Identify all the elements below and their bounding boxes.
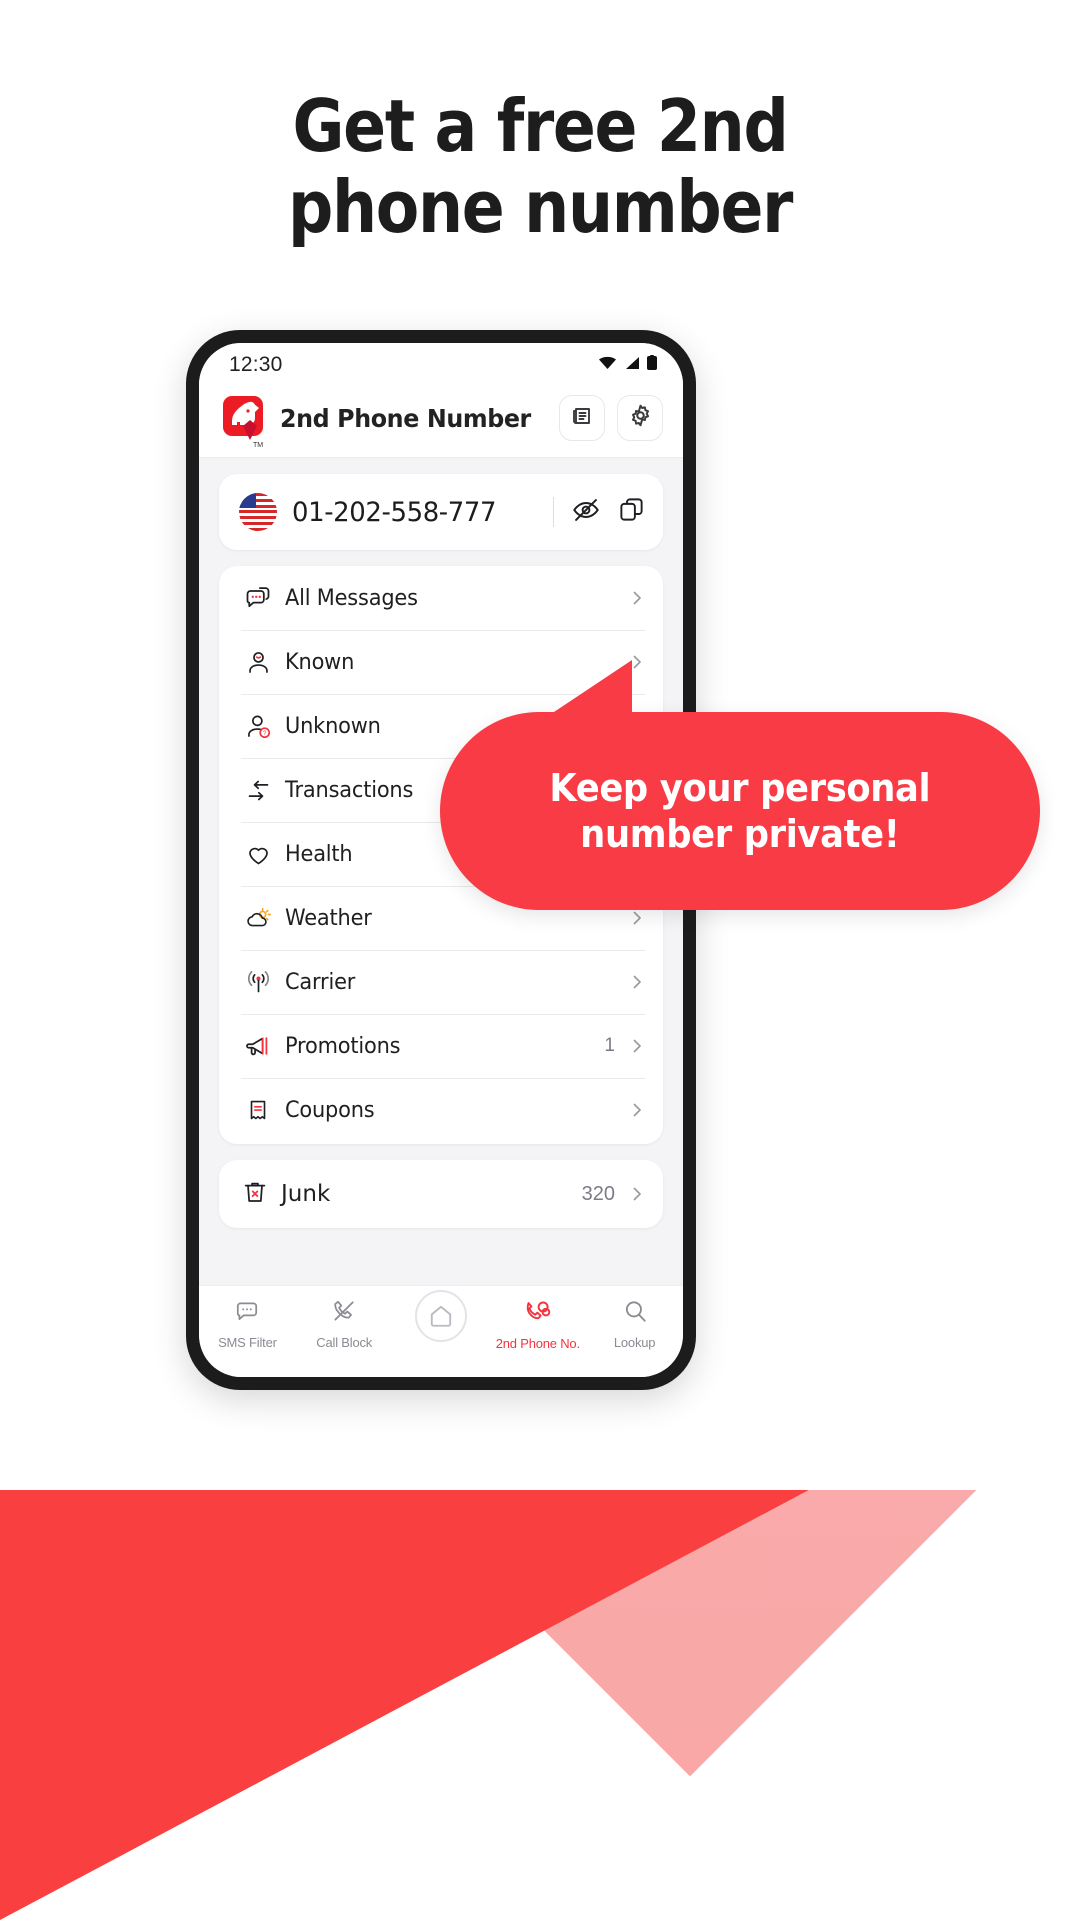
weather-icon — [241, 904, 275, 932]
tab-label: SMS Filter — [218, 1335, 277, 1350]
number-actions — [572, 496, 645, 529]
list-item-promotions[interactable]: Promotions 1 — [219, 1014, 663, 1078]
status-icons — [598, 355, 657, 375]
second-phone-icon — [524, 1298, 551, 1330]
callout-tail — [500, 660, 632, 720]
tab-lookup[interactable]: Lookup — [586, 1298, 683, 1350]
callout-text: Keep your personal number private! — [550, 765, 931, 858]
settings-button[interactable] — [617, 395, 663, 441]
phone-number-row: 01-202-558-777 — [219, 474, 663, 550]
tab-second-phone-no[interactable]: 2nd Phone No. — [489, 1298, 586, 1351]
person-smile-icon — [241, 649, 275, 676]
screenshot-root: Get a free 2nd phone number 12:30 TM 2nd… — [0, 0, 1080, 1920]
list-item-carrier[interactable]: Carrier — [219, 950, 663, 1014]
hound-check-logo — [223, 396, 263, 440]
divider — [553, 497, 554, 527]
signal-icon — [624, 356, 640, 375]
lookup-icon — [622, 1298, 648, 1329]
chevron-right-icon — [629, 910, 645, 926]
call-block-icon — [331, 1298, 357, 1329]
list-item-label: All Messages — [285, 585, 418, 611]
callout-line-1: Keep your personal — [549, 765, 931, 810]
page-title: Get a free 2nd phone number — [65, 86, 1015, 247]
trash-x-icon — [241, 1178, 269, 1211]
status-bar: 12:30 — [199, 343, 683, 387]
callout-bubble: Keep your personal number private! — [440, 660, 1040, 910]
eye-off-icon[interactable] — [572, 496, 600, 529]
list-item-all-messages[interactable]: All Messages — [219, 566, 663, 630]
phone-number-value: 01-202-558-777 — [292, 496, 497, 528]
chevron-right-icon — [629, 590, 645, 606]
junk-count: 320 — [581, 1182, 615, 1205]
person-question-icon: ? — [241, 713, 275, 740]
junk-label: Junk — [281, 1181, 331, 1207]
headline-line-1: Get a free 2nd — [292, 84, 788, 168]
chat-bubbles-icon — [241, 584, 275, 612]
list-item-label: Transactions — [285, 777, 414, 803]
gear-icon — [628, 403, 653, 433]
promotions-badge: 1 — [604, 1035, 615, 1056]
app-logo: TM — [223, 396, 267, 449]
copy-icon[interactable] — [618, 496, 645, 528]
heart-icon — [241, 841, 275, 868]
megaphone-icon — [241, 1032, 275, 1060]
news-button[interactable] — [559, 395, 605, 441]
list-item-label: Unknown — [285, 713, 381, 739]
app-header: TM 2nd Phone Number — [199, 387, 683, 458]
junk-card[interactable]: Junk 320 — [219, 1160, 663, 1228]
list-item-label: Carrier — [285, 969, 356, 995]
trademark-mark: TM — [253, 442, 264, 449]
tab-home[interactable] — [393, 1290, 490, 1348]
tab-label: 2nd Phone No. — [495, 1336, 580, 1351]
transfer-arrows-icon — [241, 777, 275, 804]
wifi-icon — [598, 356, 617, 375]
us-flag-icon — [239, 493, 277, 531]
chevron-right-icon — [629, 1102, 645, 1118]
sms-filter-icon — [234, 1298, 260, 1329]
chevron-right-icon — [629, 974, 645, 990]
chevron-right-icon — [629, 1038, 645, 1054]
status-time: 12:30 — [229, 353, 283, 376]
news-icon — [570, 404, 594, 433]
tab-label: Lookup — [613, 1335, 656, 1350]
coupon-icon — [241, 1097, 275, 1123]
callout-line-2: number private! — [580, 812, 900, 856]
home-icon — [414, 1290, 467, 1342]
list-item-label: Promotions — [285, 1033, 401, 1059]
tab-sms-filter[interactable]: SMS Filter — [199, 1298, 296, 1350]
app-header-actions — [559, 395, 663, 441]
chevron-right-icon — [629, 1186, 645, 1202]
list-item-label: Coupons — [285, 1097, 375, 1123]
junk-row: Junk 320 — [219, 1160, 663, 1228]
tab-label: Call Block — [316, 1335, 373, 1350]
headline-line-2: phone number — [287, 164, 793, 249]
phone-number-card[interactable]: 01-202-558-777 — [219, 474, 663, 550]
app-title: 2nd Phone Number — [280, 403, 531, 433]
carrier-signal-icon — [241, 969, 275, 996]
list-item-label: Weather — [285, 905, 372, 931]
list-item-label: Health — [285, 841, 353, 867]
tab-call-block[interactable]: Call Block — [296, 1298, 393, 1350]
list-item-coupons[interactable]: Coupons — [219, 1078, 663, 1142]
list-item-label: Known — [285, 649, 355, 675]
battery-icon — [647, 355, 657, 375]
bottom-navigation: SMS Filter Call Block 2nd Phone No. Look… — [199, 1285, 683, 1377]
